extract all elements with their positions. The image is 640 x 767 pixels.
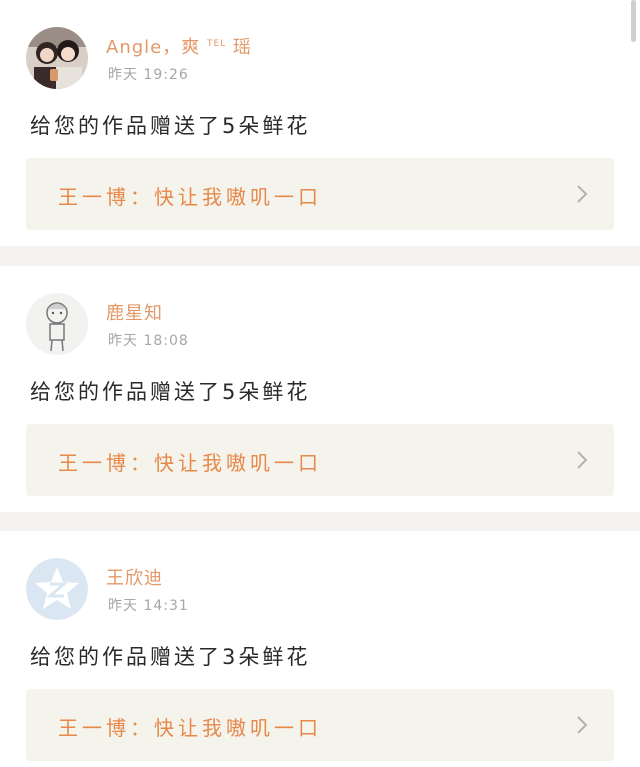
notification-message: 给您的作品赠送了5朵鲜花 bbox=[30, 380, 311, 404]
work-title: 王一博：快让我嗷叽一口 bbox=[58, 716, 322, 740]
chevron-right-icon bbox=[577, 716, 588, 734]
cartoon-avatar-icon bbox=[26, 293, 88, 355]
scrollbar[interactable] bbox=[631, 0, 636, 42]
timestamp: 昨天 18:08 bbox=[108, 333, 189, 349]
work-title: 王一博：快让我嗷叽一口 bbox=[58, 451, 322, 475]
work-link-button[interactable]: 王一博：快让我嗷叽一口 bbox=[26, 158, 614, 230]
timestamp: 昨天 19:26 bbox=[108, 67, 189, 83]
notification-message: 给您的作品赠送了5朵鲜花 bbox=[30, 114, 311, 138]
notification-card: 王欣迪 昨天 14:31 给您的作品赠送了3朵鲜花 王一博：快让我嗷叽一口 bbox=[0, 531, 640, 767]
username-text: 鹿星知 bbox=[106, 303, 163, 324]
notification-card: 鹿星知 昨天 18:08 给您的作品赠送了5朵鲜花 王一博：快让我嗷叽一口 bbox=[0, 266, 640, 512]
notification-message: 给您的作品赠送了3朵鲜花 bbox=[30, 645, 311, 669]
username[interactable]: 鹿星知 bbox=[106, 299, 163, 325]
avatar[interactable] bbox=[26, 27, 88, 89]
qzone-default-avatar-icon bbox=[26, 558, 88, 620]
username-tail: 瑶 bbox=[232, 37, 252, 58]
chevron-right-icon bbox=[577, 451, 588, 469]
username-superscript: TEL bbox=[206, 39, 227, 49]
chevron-right-icon bbox=[577, 185, 588, 203]
avatar-photo-icon bbox=[26, 27, 88, 89]
username-text: Angle，爽 bbox=[106, 37, 201, 58]
work-title: 王一博：快让我嗷叽一口 bbox=[58, 185, 322, 209]
work-link-button[interactable]: 王一博：快让我嗷叽一口 bbox=[26, 689, 614, 761]
username-text: 王欣迪 bbox=[106, 568, 163, 589]
timestamp: 昨天 14:31 bbox=[108, 598, 189, 614]
avatar[interactable] bbox=[26, 293, 88, 355]
username[interactable]: Angle，爽 TEL 瑶 bbox=[106, 33, 252, 59]
notification-card: Angle，爽 TEL 瑶 昨天 19:26 给您的作品赠送了5朵鲜花 王一博：… bbox=[0, 0, 640, 246]
notification-feed: Angle，爽 TEL 瑶 昨天 19:26 给您的作品赠送了5朵鲜花 王一博：… bbox=[0, 0, 640, 767]
avatar[interactable] bbox=[26, 558, 88, 620]
username[interactable]: 王欣迪 bbox=[106, 564, 163, 590]
work-link-button[interactable]: 王一博：快让我嗷叽一口 bbox=[26, 424, 614, 496]
